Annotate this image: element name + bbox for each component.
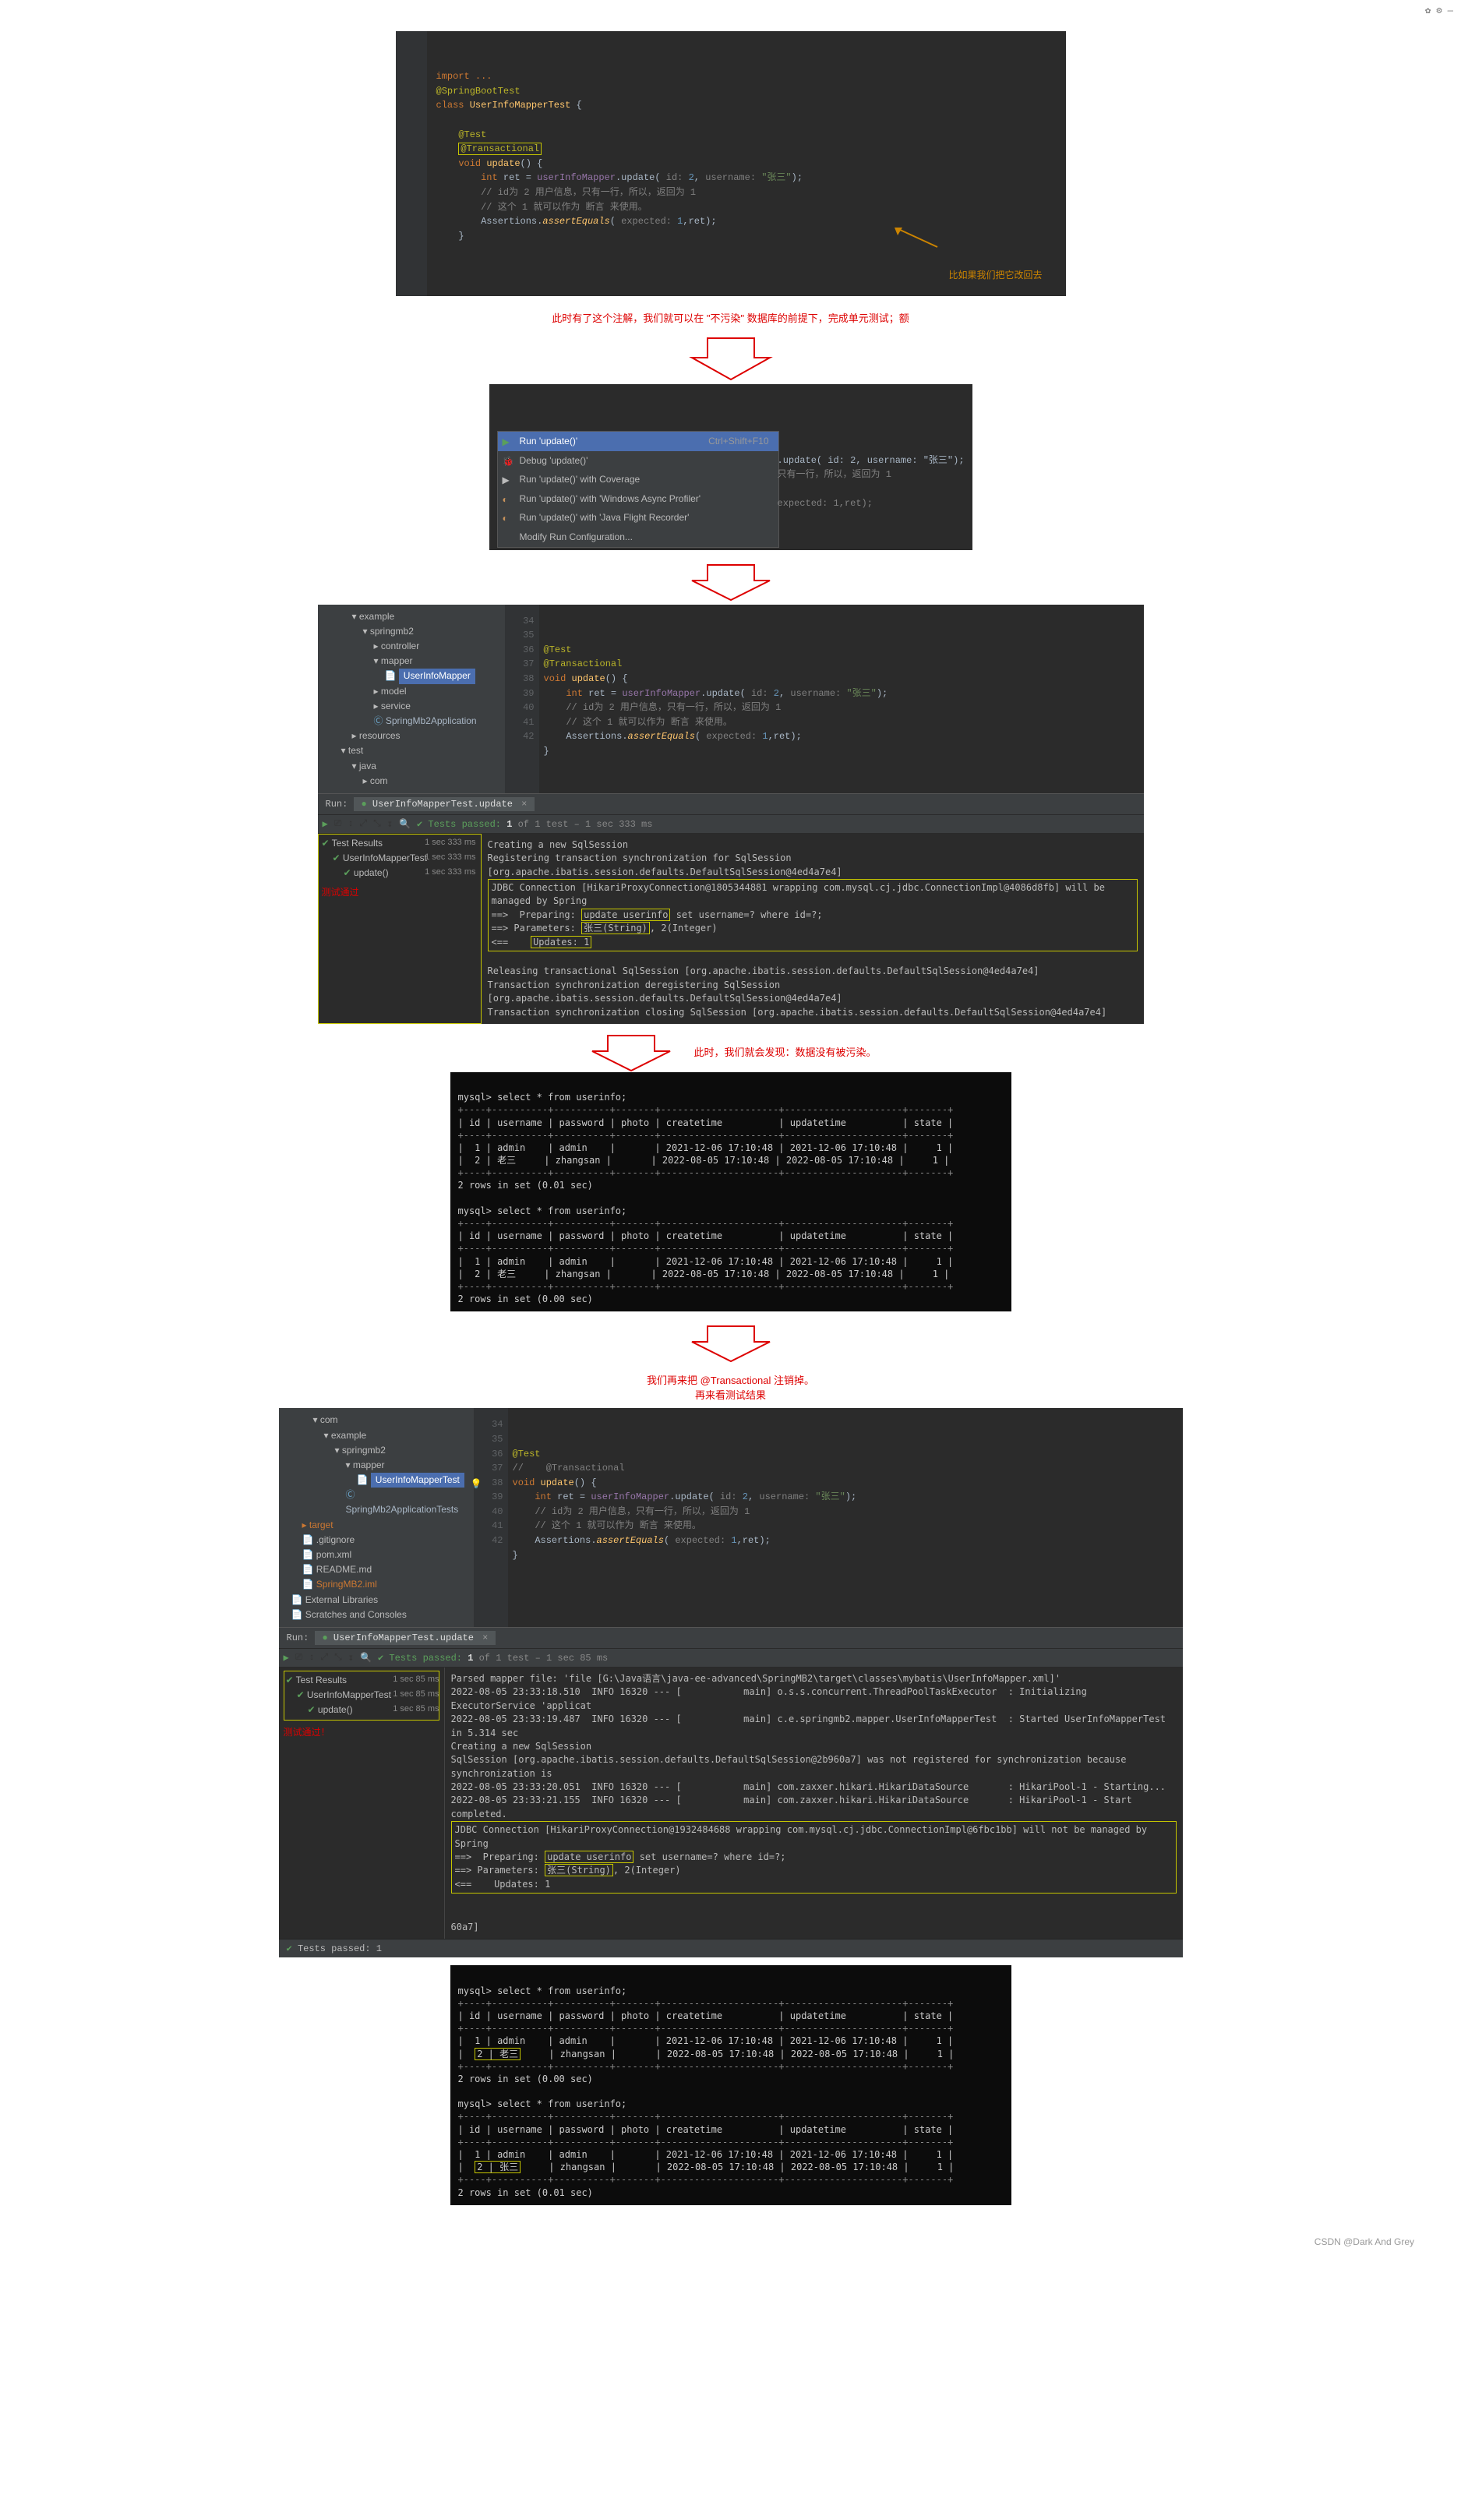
test-method[interactable]: update()1 sec 85 ms	[286, 1703, 437, 1717]
scroll-icon[interactable]: ↧	[387, 818, 393, 830]
ctx-item[interactable]: ▶Run 'update()' with Coverage	[498, 470, 778, 489]
tree-item[interactable]: example	[330, 609, 502, 624]
tests-passed-label-2: ✔ Tests passed: 1 of 1 test – 1 sec 85 m…	[378, 1652, 608, 1664]
test-method[interactable]: update()1 sec 333 ms	[322, 866, 478, 881]
run-toolbar-2: ▶ ⎚ ↕ ⤢ ⤡ ↧ 🔍 ✔ Tests passed: 1 of 1 tes…	[279, 1648, 1183, 1668]
callout-text: 比如果我们把它改回去	[948, 268, 1042, 283]
tree-item[interactable]: 📄 .gitignore	[291, 1533, 471, 1548]
tree-item[interactable]: test	[330, 743, 502, 758]
caption-1: 此时有了这个注解，我们就可以在 "不污染" 数据库的前提下，完成单元测试；额	[552, 310, 909, 325]
tree-item[interactable]: java	[330, 759, 502, 774]
scroll-icon[interactable]: ↧	[348, 1652, 354, 1664]
collapse-icon[interactable]: ⤡	[334, 1652, 342, 1663]
ctx-item[interactable]: 🐞Debug 'update()'	[498, 451, 778, 471]
ctx-item[interactable]: ◐Run 'update()' with 'Windows Async Prof…	[498, 489, 778, 509]
bulb-icon[interactable]: 💡	[471, 1477, 482, 1492]
tree-item[interactable]: Ⓒ SpringMb2Application	[330, 714, 502, 729]
test-tree-2[interactable]: Test Results1 sec 85 ms UserInfoMapperTe…	[279, 1668, 445, 1939]
code-block-3: 343536373839404142 @Test @Transactional …	[505, 605, 1144, 793]
test-root[interactable]: Test Results1 sec 85 ms	[286, 1673, 437, 1688]
test-pass-label-2: 测试通过！	[284, 1721, 439, 1740]
tree-item[interactable]: example	[291, 1428, 471, 1443]
close-icon[interactable]: ×	[479, 1632, 488, 1643]
arrow-down-icon	[684, 334, 778, 381]
arrow-down-icon	[684, 561, 778, 602]
caption-3: 此时，我们就会发现：数据没有被污染。	[693, 1044, 876, 1059]
sort-icon[interactable]: ↕	[348, 818, 353, 829]
run-tab-2[interactable]: ● UserInfoMapperTest.update ×	[315, 1631, 496, 1645]
tree-item[interactable]: controller	[330, 639, 502, 654]
test-class[interactable]: UserInfoMapperTest1 sec 85 ms	[286, 1688, 437, 1703]
status-bar: ✔ Tests passed: 1	[279, 1939, 1183, 1957]
project-tree-2[interactable]: comexamplespringmb2mapper📄 UserInfoMappe…	[279, 1408, 474, 1627]
tree-item[interactable]: Ⓒ SpringMb2ApplicationTests	[291, 1488, 471, 1517]
close-icon[interactable]: ×	[518, 799, 527, 810]
ctx-item[interactable]: ◐Run 'update()' with 'Java Flight Record…	[498, 508, 778, 528]
run-tab-bar: Run: ● UserInfoMapperTest.update ×	[318, 793, 1144, 814]
ctx-item[interactable]: ▶Run 'update()'Ctrl+Shift+F10	[498, 432, 778, 451]
expand-icon[interactable]: ⤢	[360, 818, 368, 829]
code-block-2: @Test @Transactional void update() { ▶Ru…	[489, 384, 972, 550]
context-menu[interactable]: ▶Run 'update()'Ctrl+Shift+F10🐞Debug 'upd…	[497, 431, 779, 548]
rerun-icon[interactable]: ▶	[284, 1652, 289, 1664]
tree-item[interactable]: target	[291, 1518, 471, 1533]
tree-item[interactable]: mapper	[291, 1458, 471, 1473]
collapse-icon[interactable]: ⤡	[373, 818, 381, 829]
rerun-icon[interactable]: ▶	[323, 818, 328, 830]
tree-item[interactable]: resources	[330, 729, 502, 743]
transactional-annotation: @Transactional	[458, 143, 542, 155]
search-icon[interactable]: 🔍	[360, 1652, 372, 1664]
tree-item[interactable]: 📄 External Libraries	[291, 1593, 471, 1608]
filter-icon[interactable]: ⎚	[334, 818, 342, 829]
tree-item[interactable]: com	[291, 1413, 471, 1428]
console-2: Parsed mapper file: 'file [G:\Java语言\jav…	[445, 1668, 1183, 1939]
tree-item[interactable]: model	[330, 684, 502, 699]
tree-item[interactable]: mapper	[330, 654, 502, 669]
footer-credit: CSDN @Dark And Grey	[16, 2213, 1445, 2247]
project-tree-1[interactable]: examplespringmb2controllermapper📄 UserIn…	[318, 605, 505, 793]
tree-item[interactable]: 📄 Scratches and Consoles	[291, 1608, 471, 1622]
expand-icon[interactable]: ⤢	[321, 1652, 329, 1663]
tests-passed-label: ✔ Tests passed: 1 of 1 test – 1 sec 333 …	[417, 818, 652, 830]
run-tab-bar-2: Run: ● UserInfoMapperTest.update ×	[279, 1627, 1183, 1648]
code-block-1: import ... @SpringBootTest class UserInf…	[396, 31, 1066, 296]
arrow-down-icon	[684, 1322, 778, 1363]
tree-item[interactable]: com	[330, 774, 502, 789]
test-class[interactable]: UserInfoMapperTest1 sec 333 ms	[322, 851, 478, 866]
tree-item[interactable]: 📄 SpringMB2.iml	[291, 1577, 471, 1592]
sort-icon[interactable]: ↕	[309, 1652, 314, 1663]
tree-item[interactable]: 📄 UserInfoMapperTest	[291, 1473, 471, 1488]
run-tab[interactable]: ● UserInfoMapperTest.update ×	[354, 797, 535, 811]
search-icon[interactable]: 🔍	[399, 818, 411, 830]
run-toolbar: ▶ ⎚ ↕ ⤢ ⤡ ↧ 🔍 ✔ Tests passed: 1 of 1 tes…	[318, 814, 1144, 834]
console-1: Creating a new SqlSession Registering tr…	[482, 834, 1144, 1024]
test-pass-label: 测试通过	[322, 881, 478, 900]
code-block-5: 343536373839404142 @Test // @Transaction…	[474, 1408, 1183, 1627]
filter-icon[interactable]: ⎚	[295, 1652, 303, 1663]
row-highlight-before: 2 | 老三	[475, 2048, 521, 2060]
callout-arrow	[878, 213, 940, 270]
arrow-down-icon	[584, 1032, 678, 1072]
row-highlight-after: 2 | 张三	[475, 2161, 521, 2173]
tree-item[interactable]: service	[330, 699, 502, 714]
tree-item[interactable]: 📄 UserInfoMapper	[330, 669, 502, 683]
ctx-item[interactable]: Modify Run Configuration...	[498, 528, 778, 547]
tree-item[interactable]: springmb2	[291, 1443, 471, 1458]
tree-item[interactable]: 📄 pom.xml	[291, 1548, 471, 1562]
gear-icon[interactable]: ✿ ⚙ —	[1425, 5, 1453, 16]
tree-item[interactable]: 📄 README.md	[291, 1562, 471, 1577]
mysql-output-1: mysql> select * from userinfo; +----+---…	[450, 1072, 1011, 1311]
caption-4: 我们再来把 @Transactional 注销掉。再来看测试结果	[647, 1372, 814, 1402]
test-root[interactable]: Test Results1 sec 333 ms	[322, 836, 478, 851]
mysql-output-2: mysql> select * from userinfo; +----+---…	[450, 1965, 1011, 2204]
test-tree-1[interactable]: Test Results1 sec 333 ms UserInfoMapperT…	[318, 834, 482, 1024]
tree-item[interactable]: springmb2	[330, 624, 502, 639]
